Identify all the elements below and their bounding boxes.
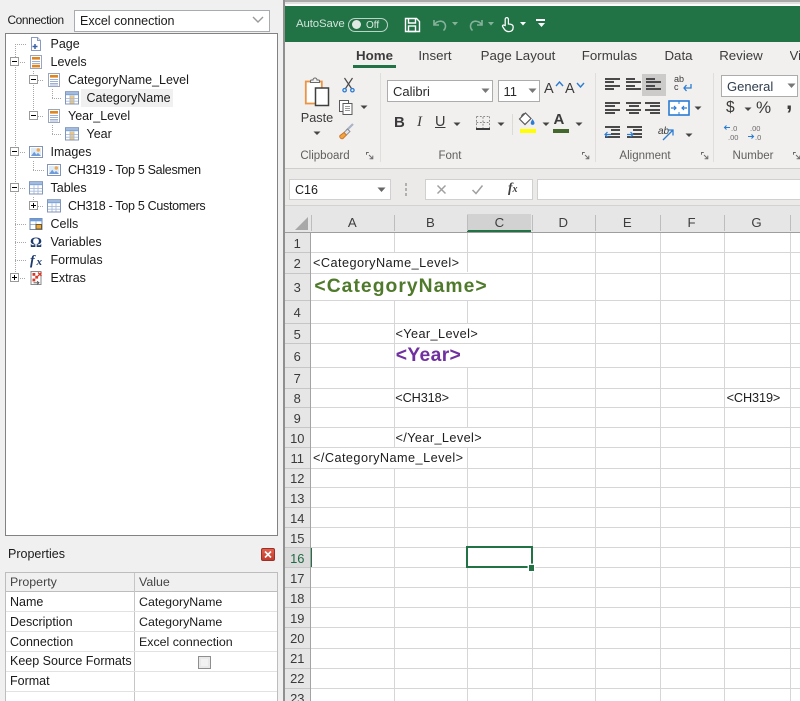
svg-text:x: x (36, 256, 43, 268)
svg-text:.00: .00 (750, 124, 760, 133)
svg-text:f: f (30, 254, 36, 269)
svg-text:Ω: Ω (30, 235, 42, 250)
svg-text:.0: .0 (755, 133, 761, 141)
svg-text:.00: .00 (728, 133, 738, 141)
svg-text:.0: .0 (731, 124, 737, 133)
